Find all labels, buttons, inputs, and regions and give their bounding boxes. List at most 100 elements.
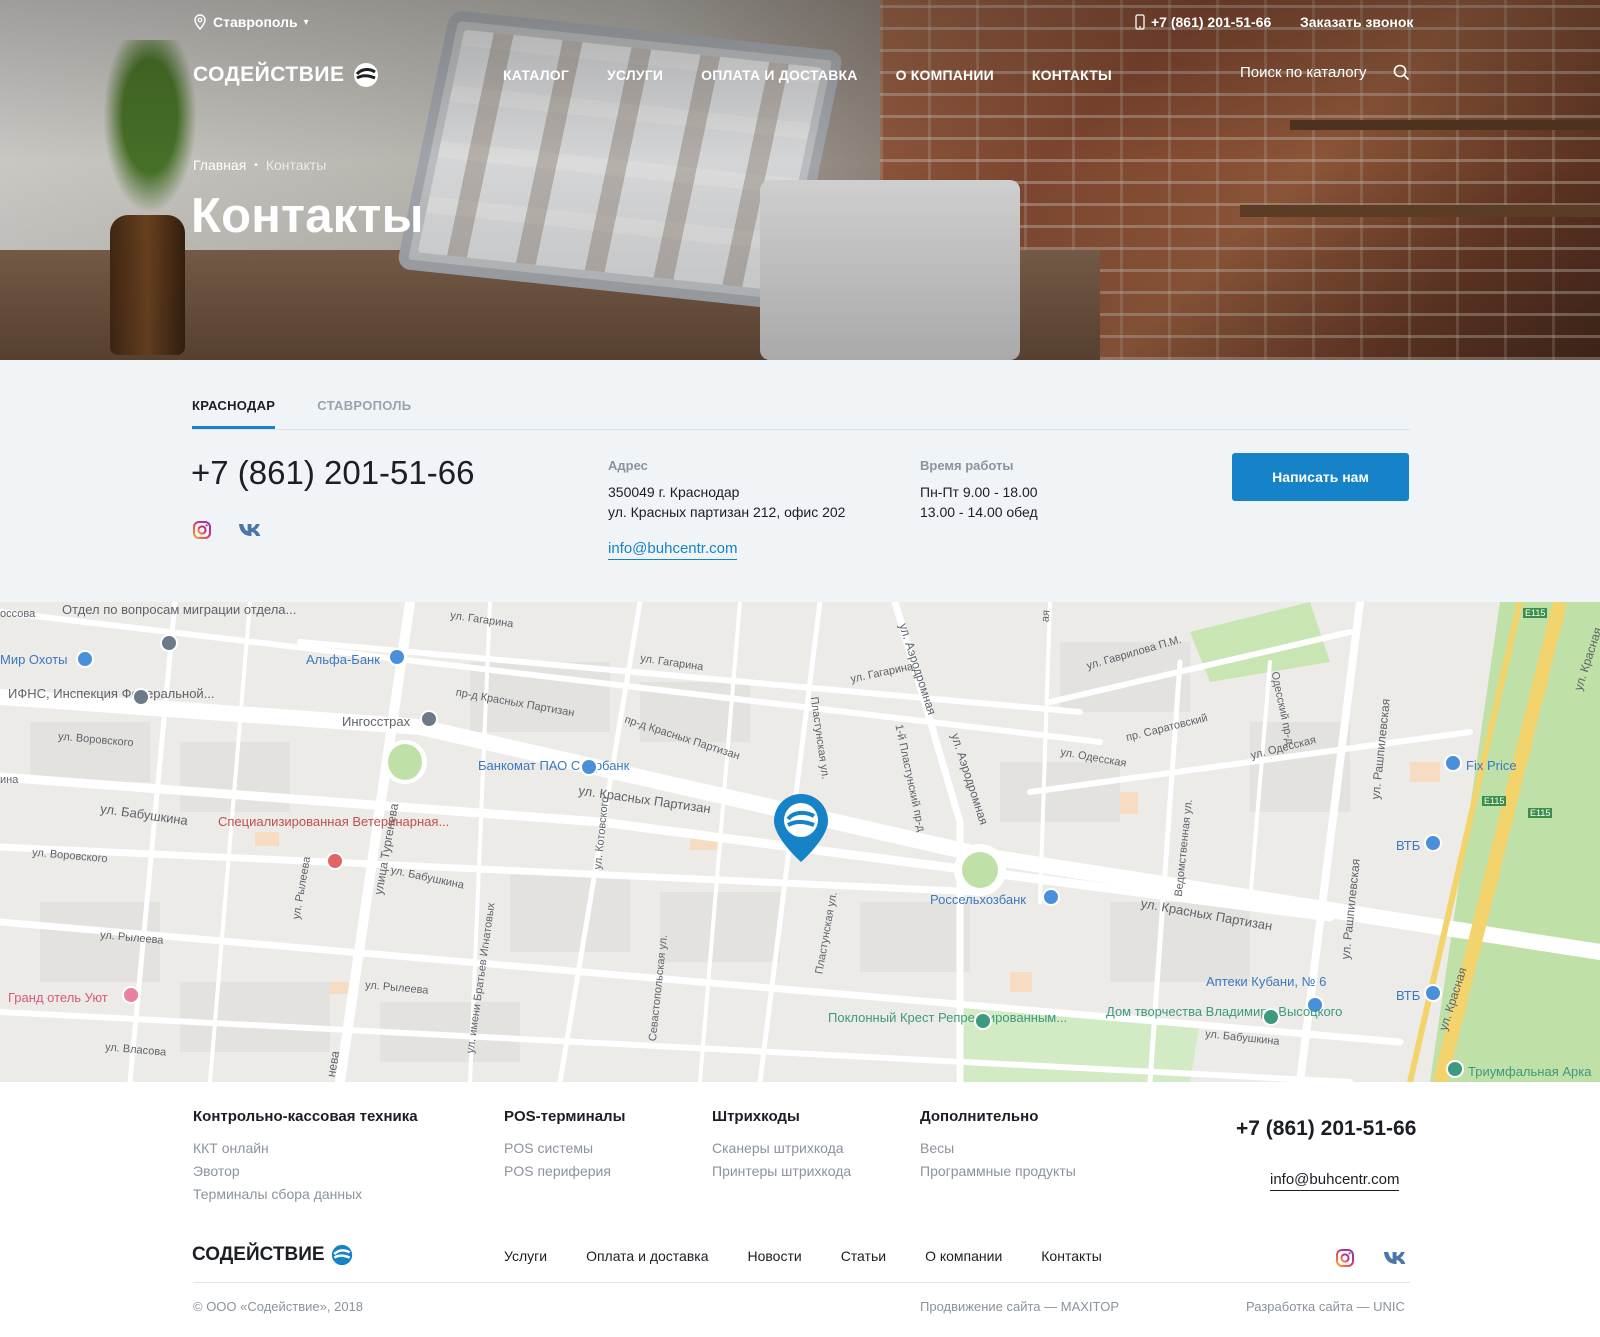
poi-label[interactable]: Отдел по вопросам миграции отдела... — [62, 602, 296, 617]
nav-services[interactable]: УСЛУГИ — [607, 67, 663, 83]
footer-column-heading[interactable]: POS-терминалы — [504, 1108, 625, 1125]
highway-shield: E115 — [1528, 808, 1553, 818]
hero-banner — [0, 0, 1600, 360]
poi-label[interactable]: Россельхозбанк — [930, 892, 1026, 907]
poi-marker-icon[interactable] — [1424, 834, 1442, 852]
poi-marker-icon[interactable] — [132, 688, 150, 706]
logo-mark-icon — [353, 63, 378, 87]
footer-nav-articles[interactable]: Статьи — [841, 1248, 886, 1264]
search-input[interactable]: Поиск по каталогу — [1240, 64, 1367, 81]
breadcrumb-separator: • — [254, 159, 258, 171]
poi-marker-icon[interactable] — [1446, 1060, 1464, 1078]
poi-marker-icon[interactable] — [326, 852, 344, 870]
poi-label[interactable]: Мир Охоты — [0, 652, 68, 667]
footer-socials — [1335, 1248, 1409, 1268]
callback-link[interactable]: Заказать звонок — [1300, 12, 1413, 32]
footer-nav-services[interactable]: Услуги — [504, 1248, 547, 1264]
address-block: Адрес 350049 г. Краснодар ул. Красных па… — [608, 456, 845, 522]
poi-label[interactable]: Альфа-Банк — [306, 652, 380, 667]
location-pin-icon — [194, 14, 206, 30]
poi-marker-icon[interactable] — [974, 1012, 992, 1030]
footer-nav-contacts[interactable]: Контакты — [1041, 1248, 1101, 1264]
contact-phone[interactable]: +7 (861) 201-51-66 — [191, 454, 474, 492]
footer-link[interactable]: POS системы — [504, 1137, 625, 1160]
footer-link[interactable]: Принтеры штрихкода — [712, 1160, 851, 1183]
poi-label[interactable]: ИФНС, Инспекция Федеральной... — [8, 686, 215, 701]
footer-nav-news[interactable]: Новости — [747, 1248, 801, 1264]
tab-stavropol[interactable]: СТАВРОПОЛЬ — [317, 398, 411, 429]
tab-krasnodar[interactable]: КРАСНОДАР — [192, 398, 276, 429]
poi-marker-icon[interactable] — [1424, 984, 1442, 1002]
footer-column-pos: POS-терминалы POS системы POS периферия — [504, 1108, 625, 1183]
poi-label[interactable]: Триумфальная Арка — [1468, 1064, 1591, 1079]
header-phone[interactable]: +7 (861) 201-51-66 — [1135, 12, 1271, 32]
instagram-icon[interactable] — [192, 520, 212, 540]
footer-nav-about[interactable]: О компании — [925, 1248, 1002, 1264]
catalog-search[interactable]: Поиск по каталогу — [1240, 64, 1410, 81]
contact-email[interactable]: info@buhcentr.com — [608, 540, 738, 560]
poi-label[interactable]: Дом творчества Владимира Высоцкого — [1106, 1004, 1342, 1019]
footer-column-kkt: Контрольно-кассовая техника ККТ онлайн Э… — [193, 1108, 418, 1206]
logo-text: СОДЕЙСТВИЕ — [193, 63, 345, 86]
footer-nav-payment-delivery[interactable]: Оплата и доставка — [586, 1248, 708, 1264]
footer-logo[interactable]: СОДЕЙСТВИЕ — [192, 1244, 353, 1266]
site-logo[interactable]: СОДЕЙСТВИЕ — [193, 62, 379, 88]
poi-marker-icon[interactable] — [76, 650, 94, 668]
instagram-icon[interactable] — [1335, 1248, 1355, 1268]
poi-marker-icon[interactable] — [420, 710, 438, 728]
search-icon[interactable] — [1393, 64, 1410, 81]
vk-icon[interactable] — [238, 522, 264, 538]
location-map[interactable]: ул. Гагарина ул. Гагарина ул. Гагарина п… — [0, 602, 1600, 1082]
nav-catalog[interactable]: КАТАЛОГ — [503, 67, 569, 83]
nav-about[interactable]: О КОМПАНИИ — [896, 67, 994, 83]
nav-contacts[interactable]: КОНТАКТЫ — [1032, 67, 1112, 83]
main-nav: КАТАЛОГ УСЛУГИ ОПЛАТА И ДОСТАВКА О КОМПА… — [503, 67, 1112, 83]
poi-marker-icon[interactable] — [122, 986, 140, 1004]
poi-label[interactable]: Гранд отель Уют — [8, 990, 108, 1005]
contacts-panel: КРАСНОДАР СТАВРОПОЛЬ +7 (861) 201-51-66 … — [0, 360, 1600, 602]
footer-column-heading[interactable]: Дополнительно — [920, 1108, 1076, 1125]
street-label: ая — [1039, 609, 1053, 623]
promotion-credit[interactable]: Продвижение сайта — MAXITOP — [920, 1299, 1119, 1314]
footer-link[interactable]: Программные продукты — [920, 1160, 1076, 1183]
poi-marker-icon[interactable] — [160, 634, 178, 652]
footer-column-heading[interactable]: Контрольно-кассовая техника — [193, 1108, 418, 1125]
hours-label: Время работы — [920, 458, 1014, 473]
footer-link[interactable]: Эвотор — [193, 1160, 418, 1183]
vk-icon[interactable] — [1383, 1250, 1409, 1266]
poi-label[interactable]: ВТБ — [1396, 838, 1420, 853]
poi-label[interactable]: Ингосстрах — [342, 714, 410, 729]
poi-label[interactable]: ВТБ — [1396, 988, 1420, 1003]
footer-link[interactable]: POS периферия — [504, 1160, 625, 1183]
poi-label[interactable]: Fix Price — [1466, 758, 1517, 773]
street-label: ина — [0, 774, 19, 786]
city-name[interactable]: Ставрополь — [213, 14, 298, 30]
breadcrumb-home[interactable]: Главная — [193, 157, 246, 173]
footer-column-heading[interactable]: Штрихкоды — [712, 1108, 851, 1125]
poi-label[interactable]: Банкомат ПАО Сбербанк — [478, 758, 629, 773]
footer-link[interactable]: Сканеры штрихкода — [712, 1137, 851, 1160]
poi-label[interactable]: Поклонный Крест Репрессированным... — [828, 1010, 1067, 1025]
city-selector[interactable]: Ставрополь ▾ — [193, 12, 309, 32]
street-label: оссова — [0, 608, 36, 620]
poi-label[interactable]: Аптеки Кубани, № 6 — [1206, 974, 1326, 989]
footer-phone[interactable]: +7 (861) 201-51-66 — [1236, 1117, 1416, 1141]
poi-marker-icon[interactable] — [1262, 1008, 1280, 1026]
poi-marker-icon[interactable] — [580, 758, 598, 776]
footer-link[interactable]: ККТ онлайн — [193, 1137, 418, 1160]
nav-payment-delivery[interactable]: ОПЛАТА И ДОСТАВКА — [701, 67, 857, 83]
poi-marker-icon[interactable] — [1444, 754, 1462, 772]
poi-marker-icon[interactable] — [1042, 888, 1060, 906]
developer-credit[interactable]: Разработка сайта — UNIC — [1246, 1299, 1405, 1314]
poi-marker-icon[interactable] — [388, 648, 406, 666]
footer-divider — [193, 1282, 1410, 1283]
contact-socials — [192, 520, 264, 540]
office-location-pin-icon[interactable] — [772, 792, 830, 864]
page-title: Контакты — [191, 189, 424, 243]
footer-link[interactable]: Весы — [920, 1137, 1076, 1160]
poi-label[interactable]: Специализированная Ветеринарная... — [218, 814, 449, 829]
footer-email[interactable]: info@buhcentr.com — [1270, 1171, 1400, 1191]
header-phone-number[interactable]: +7 (861) 201-51-66 — [1151, 14, 1271, 30]
write-us-button[interactable]: Написать нам — [1232, 453, 1409, 501]
footer-link[interactable]: Терминалы сбора данных — [193, 1183, 418, 1206]
